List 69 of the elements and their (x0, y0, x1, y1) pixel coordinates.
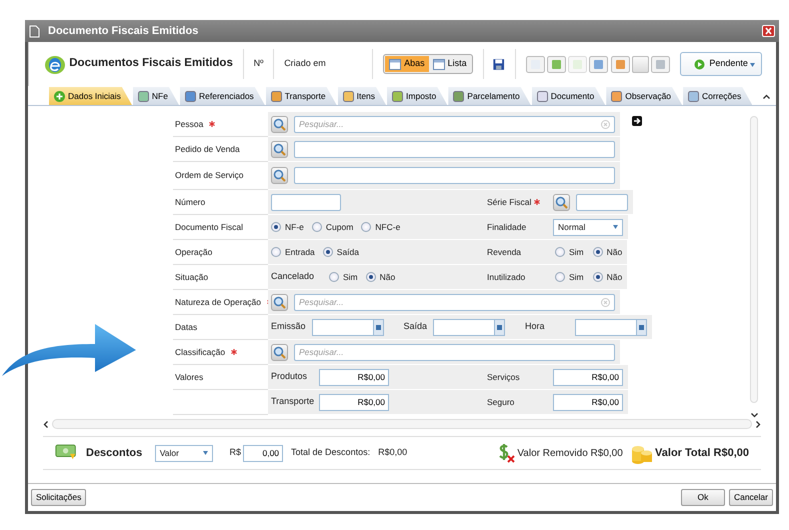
field-label: Serviços (487, 370, 521, 384)
total-value: Valor Total R$0,00 (655, 446, 749, 461)
tab[interactable]: Correções (683, 87, 752, 105)
field-label: Série Fiscal (487, 196, 532, 208)
select-field[interactable]: Valor (154, 444, 213, 462)
field-label: Classificação (175, 346, 226, 358)
action-button[interactable]: Solicitações (31, 489, 86, 506)
field-label: Inutilizado (487, 270, 526, 284)
field-label: Pessoa (175, 118, 204, 130)
discounts-label: Descontos (86, 446, 142, 461)
field-label: Cancelado (271, 270, 316, 284)
field-label: Datas (175, 320, 198, 334)
field-label: Emissão (271, 320, 306, 334)
field-label: Saída (404, 320, 428, 334)
tab[interactable]: NFe (132, 87, 179, 105)
search-field[interactable]: Pesquisar... (294, 294, 615, 310)
search-field[interactable]: Pesquisar... (294, 116, 615, 132)
money-field[interactable]: R$0,00 (553, 394, 623, 410)
radio-option[interactable]: NF-e (271, 220, 304, 234)
radio-option[interactable]: Não (592, 246, 622, 258)
field-label: Ordem de Serviço (175, 169, 244, 182)
tab[interactable]: Observação (606, 87, 682, 105)
field-label: Hora (525, 320, 545, 334)
field-label: Seguro (487, 396, 516, 408)
window-title: Documento Fiscais Emitidos (48, 24, 198, 39)
radio-option[interactable]: Cupom (312, 220, 354, 234)
tab[interactable]: Documento (532, 87, 606, 105)
field-label: Finalidade (487, 220, 526, 234)
money-field[interactable]: R$0,00 (553, 368, 623, 386)
discount-total-label: Total de Descontos: (291, 446, 370, 460)
radio-option[interactable]: NFC-e (361, 220, 400, 234)
field-label: Número (175, 196, 206, 208)
radio-option[interactable]: Sim (555, 246, 584, 258)
field-label: Situação (175, 270, 208, 284)
field-label: Natureza de Operação (175, 296, 261, 308)
view-toggle-button[interactable]: Abas (385, 56, 429, 72)
radio-option[interactable]: Saída (322, 246, 359, 258)
field-label: Documento Fiscal (175, 220, 244, 234)
amount-field[interactable]: 0,00 (243, 444, 284, 462)
number-label: Nº (254, 57, 264, 70)
tab[interactable]: Referenciados (180, 87, 265, 105)
tab[interactable]: Itens (338, 87, 386, 105)
radio-option[interactable]: Entrada (271, 246, 315, 258)
created-label: Criado em (284, 57, 326, 70)
radio-option[interactable]: Não (592, 270, 622, 284)
field-label: Operação (175, 246, 212, 258)
view-toggle-button[interactable]: Lista (428, 56, 471, 72)
field-label: Produtos (271, 370, 308, 384)
tab[interactable]: Dados Iniciais (49, 87, 132, 105)
currency-label: R$ (230, 446, 242, 460)
removed-value: Valor Removido R$0,00 (517, 446, 623, 460)
action-button[interactable]: Ok (680, 489, 725, 506)
money-field[interactable]: R$0,00 (319, 368, 389, 386)
status-button[interactable]: Pendente (680, 52, 762, 76)
tab[interactable]: Imposto (387, 87, 448, 105)
radio-option[interactable]: Sim (329, 270, 358, 284)
action-button[interactable]: Cancelar (728, 489, 773, 506)
field-label: Revenda (487, 246, 522, 258)
field-label: Valores (175, 370, 204, 384)
field-label: Pedido de Venda (175, 142, 240, 156)
money-field[interactable]: R$0,00 (319, 394, 389, 410)
tab[interactable]: Transporte (266, 87, 337, 105)
page-title: Documentos Fiscais Emitidos (69, 56, 233, 72)
discount-total-value: R$0,00 (378, 446, 408, 460)
tab[interactable]: Parcelamento (448, 87, 531, 105)
radio-option[interactable]: Sim (555, 270, 584, 284)
radio-option[interactable]: Não (366, 270, 396, 284)
select-field[interactable]: Normal (553, 218, 623, 236)
search-field[interactable]: Pesquisar... (294, 344, 615, 360)
